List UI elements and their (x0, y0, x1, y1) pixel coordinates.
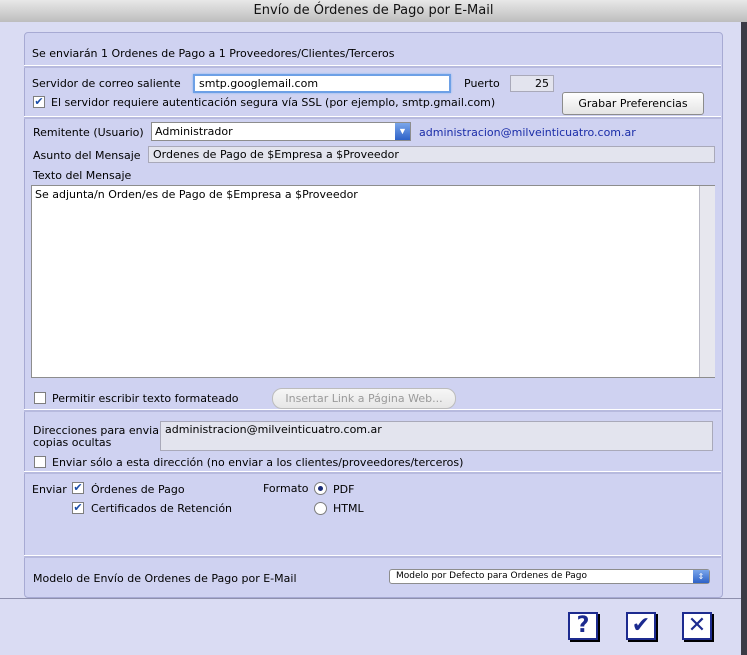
divider (24, 116, 721, 119)
sender-selected-value: Administrador (155, 125, 233, 138)
smtp-server-input[interactable]: smtp.googlemail.com (193, 74, 451, 93)
pdf-label: PDF (333, 483, 355, 496)
sender-select[interactable]: Administrador ▼ (151, 122, 411, 141)
orders-checkbox[interactable]: ✔ (72, 482, 84, 494)
message-text: Se adjunta/n Orden/es de Pago de $Empres… (35, 188, 358, 201)
send-only-here-checkbox[interactable] (34, 456, 46, 468)
html-label: HTML (333, 502, 364, 515)
smtp-server-label: Servidor de correo saliente (32, 77, 181, 90)
sender-label: Remitente (Usuario) (33, 126, 144, 139)
help-icon[interactable]: ? (568, 612, 598, 640)
subject-input[interactable]: Ordenes de Pago de $Empresa a $Proveedor (148, 146, 715, 163)
model-selected-value: Modelo por Defecto para Ordenes de Pago (396, 571, 588, 581)
message-textarea[interactable]: Se adjunta/n Orden/es de Pago de $Empres… (31, 185, 715, 378)
divider (24, 409, 721, 412)
save-preferences-button[interactable]: Grabar Preferencias (562, 92, 704, 115)
model-label: Modelo de Envío de Ordenes de Pago por E… (33, 572, 297, 585)
ssl-checkbox[interactable]: ✔ (33, 96, 45, 108)
close-icon[interactable]: ✕ (682, 612, 712, 640)
ssl-label: El servidor requiere autenticación segur… (51, 96, 496, 109)
format-label: Formato (263, 482, 309, 495)
bcc-input[interactable]: administracion@milveinticuatro.com.ar (160, 421, 713, 451)
chevron-down-icon: ▼ (395, 123, 410, 140)
message-label: Texto del Mensaje (33, 169, 132, 182)
formatted-text-label: Permitir escribir texto formateado (52, 392, 239, 405)
send-only-here-label: Enviar sólo a esta dirección (no enviar … (52, 456, 464, 469)
window-title: Envío de Órdenes de Pago por E-Mail (253, 3, 494, 18)
formatted-text-checkbox[interactable] (34, 392, 46, 404)
divider (24, 471, 721, 474)
updown-arrows-icon: ⇕ (693, 570, 709, 583)
send-label: Enviar (32, 483, 67, 496)
divider (24, 65, 721, 68)
checkmark-icon[interactable]: ✔ (626, 612, 656, 640)
message-scrollbar[interactable] (699, 186, 715, 377)
summary-text: Se enviarán 1 Ordenes de Pago a 1 Provee… (32, 47, 395, 60)
port-label: Puerto (464, 77, 500, 90)
certificates-label: Certificados de Retención (91, 502, 233, 515)
model-select[interactable]: Modelo por Defecto para Ordenes de Pago … (389, 569, 710, 584)
divider (24, 555, 721, 558)
insert-link-button[interactable]: Insertar Link a Página Web... (272, 388, 456, 409)
pdf-radio[interactable] (314, 482, 327, 495)
subject-label: Asunto del Mensaje (33, 149, 141, 162)
html-radio[interactable] (314, 502, 327, 515)
sender-email: administracion@milveinticuatro.com.ar (419, 126, 636, 139)
orders-label: Órdenes de Pago (91, 483, 185, 496)
background-strip (741, 22, 747, 655)
window-title-bar: Envío de Órdenes de Pago por E-Mail (0, 0, 747, 23)
certificates-checkbox[interactable]: ✔ (72, 502, 84, 514)
bcc-label-line2: copias ocultas (33, 436, 112, 449)
bottom-divider (0, 598, 741, 599)
port-input[interactable]: 25 (510, 75, 554, 92)
